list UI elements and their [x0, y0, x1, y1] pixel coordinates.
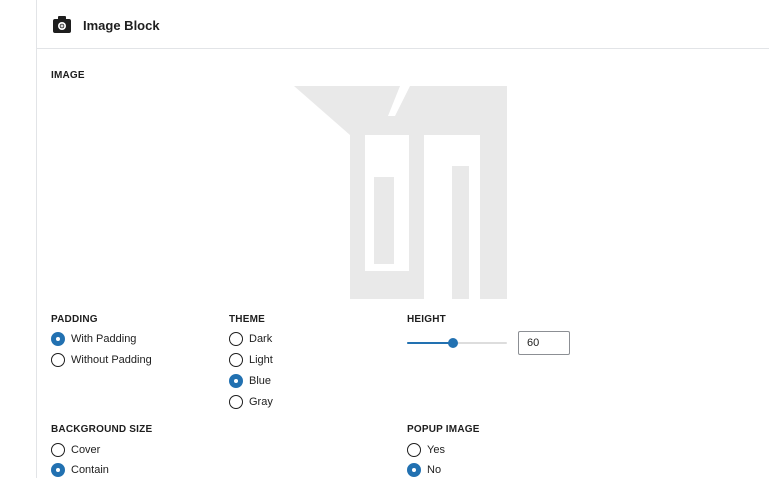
theme-option-dark[interactable]: Dark — [229, 330, 272, 348]
camera-icon — [53, 16, 71, 33]
radio-unselected-icon[interactable] — [51, 443, 65, 457]
popup-image-option-yes[interactable]: Yes — [407, 441, 445, 459]
image-placeholder-preview[interactable] — [294, 86, 507, 299]
radio-label: With Padding — [71, 333, 137, 345]
radio-selected-icon[interactable] — [51, 332, 65, 346]
image-block-panel: Image Block IMAGE PADDING With Padding W… — [36, 0, 769, 478]
padding-label: PADDING — [51, 314, 98, 325]
background-size-label: BACKGROUND SIZE — [51, 424, 153, 435]
block-header: Image Block — [37, 0, 769, 49]
padding-option-without-padding[interactable]: Without Padding — [51, 351, 152, 369]
theme-option-gray[interactable]: Gray — [229, 393, 273, 411]
radio-label: Yes — [427, 444, 445, 456]
radio-label: Gray — [249, 396, 273, 408]
radio-unselected-icon[interactable] — [229, 395, 243, 409]
radio-unselected-icon[interactable] — [229, 353, 243, 367]
background-size-option-contain[interactable]: Contain — [51, 461, 109, 479]
height-number-input[interactable] — [518, 331, 570, 355]
radio-unselected-icon[interactable] — [229, 332, 243, 346]
popup-image-option-no[interactable]: No — [407, 461, 441, 479]
radio-label: Blue — [249, 375, 272, 387]
theme-option-light[interactable]: Light — [229, 351, 273, 369]
theme-label: THEME — [229, 314, 265, 325]
background-size-option-cover[interactable]: Cover — [51, 441, 100, 459]
radio-label: Light — [249, 354, 273, 366]
radio-label: Cover — [71, 444, 101, 456]
radio-unselected-icon[interactable] — [51, 353, 65, 367]
radio-label: No — [427, 464, 442, 476]
padding-option-with-padding[interactable]: With Padding — [51, 330, 136, 348]
slider-thumb[interactable] — [448, 338, 458, 348]
popup-image-label: POPUP IMAGE — [407, 424, 480, 435]
theme-option-blue[interactable]: Blue — [229, 372, 271, 390]
radio-label: Contain — [71, 464, 109, 476]
radio-selected-icon[interactable] — [51, 463, 65, 477]
radio-selected-icon[interactable] — [407, 463, 421, 477]
height-label: HEIGHT — [407, 314, 446, 325]
radio-unselected-icon[interactable] — [407, 443, 421, 457]
slider-fill — [407, 342, 453, 344]
radio-label: Without Padding — [71, 354, 152, 366]
height-slider[interactable] — [407, 337, 507, 349]
wordpress-placeholder-icon — [294, 86, 507, 299]
image-label: IMAGE — [51, 70, 85, 81]
radio-label: Dark — [249, 333, 273, 345]
block-title: Image Block — [83, 18, 160, 33]
radio-selected-icon[interactable] — [229, 374, 243, 388]
